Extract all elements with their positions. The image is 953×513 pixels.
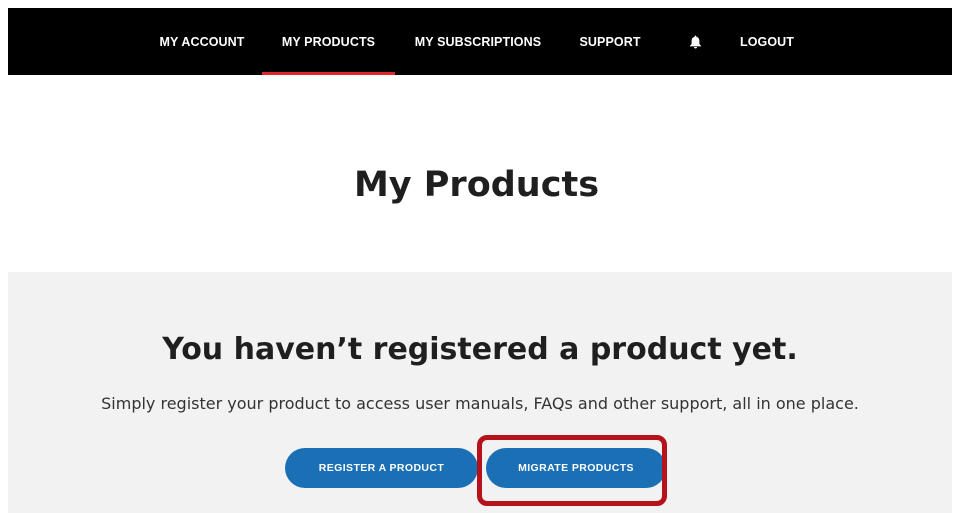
page: MY ACCOUNT MY PRODUCTS MY SUBSCRIPTIONS … — [0, 0, 953, 513]
empty-state-description: Simply register your product to access u… — [101, 394, 859, 413]
bell-icon — [689, 35, 701, 48]
nav-item-logout[interactable]: LOGOUT — [733, 8, 801, 75]
nav-item-my-account[interactable]: MY ACCOUNT — [153, 8, 251, 75]
register-product-button[interactable]: REGISTER A PRODUCT — [285, 448, 478, 488]
notifications-button[interactable] — [684, 8, 706, 75]
top-nav: MY ACCOUNT MY PRODUCTS MY SUBSCRIPTIONS … — [8, 8, 952, 75]
empty-state-title: You haven’t registered a product yet. — [162, 332, 798, 367]
nav-item-label: MY ACCOUNT — [159, 34, 245, 49]
empty-state-panel: You haven’t registered a product yet. Si… — [8, 272, 952, 513]
migrate-products-button[interactable]: MIGRATE PRODUCTS — [486, 448, 666, 488]
nav-item-my-products[interactable]: MY PRODUCTS — [262, 8, 395, 75]
nav-item-label: MY SUBSCRIPTIONS — [414, 34, 542, 49]
page-title: My Products — [353, 165, 600, 205]
nav-item-my-subscriptions[interactable]: MY SUBSCRIPTIONS — [409, 8, 547, 75]
nav-item-label: LOGOUT — [739, 34, 795, 49]
nav-item-label: SUPPORT — [579, 34, 641, 49]
nav-item-label: MY PRODUCTS — [281, 34, 376, 49]
nav-item-support[interactable]: SUPPORT — [575, 8, 645, 75]
